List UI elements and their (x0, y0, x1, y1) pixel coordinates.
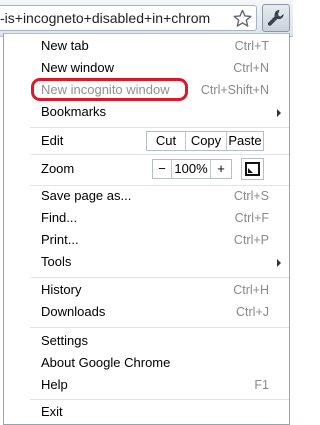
menu-item-label: Tools (41, 254, 72, 269)
edit-button-group: Cut Copy Paste (146, 131, 264, 151)
menu-item-shortcut: Ctrl+S (233, 189, 269, 203)
zoom-controls: − 100% + (152, 159, 232, 179)
menu-item-history[interactable]: History Ctrl+H (4, 279, 289, 301)
menu-item-label: New tab (41, 38, 89, 53)
menu-item-shortcut: Ctrl+J (236, 305, 269, 319)
menu-item-exit[interactable]: Exit (4, 401, 289, 423)
menu-item-label: Save page as... (41, 188, 132, 203)
menu-item-label: About Google Chrome (41, 355, 171, 370)
zoom-in-button[interactable]: + (211, 160, 231, 178)
menu-item-label: Exit (41, 404, 63, 419)
chevron-right-icon (277, 109, 281, 117)
menu-item-label: Edit (41, 133, 64, 148)
menu-item-shortcut: Ctrl+F (234, 211, 269, 225)
wrench-icon (267, 10, 284, 26)
menu-item-shortcut: Ctrl+T (234, 39, 269, 53)
menu-item-save-page[interactable]: Save page as... Ctrl+S (4, 185, 289, 207)
cut-button[interactable]: Cut (147, 132, 185, 150)
menu-item-label: New window (41, 60, 114, 75)
red-highlight-annotation (31, 78, 188, 101)
menu-separator (30, 327, 289, 328)
omnibox-text[interactable]: -is+incogneto+disabled+in+chrom (0, 10, 230, 26)
menu-item-settings[interactable]: Settings (4, 330, 289, 352)
menu-item-find[interactable]: Find... Ctrl+F (4, 207, 289, 229)
menu-item-downloads[interactable]: Downloads Ctrl+J (4, 301, 289, 323)
fullscreen-icon (245, 162, 260, 176)
menu-item-label: Settings (41, 333, 88, 348)
menu-separator (30, 154, 289, 155)
menu-item-label: Downloads (41, 304, 106, 319)
zoom-level: 100% (174, 161, 208, 176)
menu-item-shortcut: Ctrl+H (233, 283, 269, 297)
chrome-main-menu: New tab Ctrl+T New window Ctrl+N New inc… (3, 33, 290, 425)
menu-item-new-window[interactable]: New window Ctrl+N (4, 57, 289, 79)
menu-item-about[interactable]: About Google Chrome (4, 352, 289, 374)
wrench-menu-button[interactable] (262, 4, 290, 32)
menu-item-label: Find... (41, 210, 78, 225)
menu-item-label: Help (41, 377, 68, 392)
copy-button[interactable]: Copy (186, 132, 226, 150)
menu-item-shortcut: Ctrl+Shift+N (200, 83, 269, 97)
star-icon[interactable] (233, 9, 252, 28)
menu-item-shortcut: Ctrl+P (233, 233, 269, 247)
menu-item-print[interactable]: Print... Ctrl+P (4, 229, 289, 251)
menu-item-help[interactable]: Help F1 (4, 374, 289, 396)
chevron-right-icon (277, 259, 281, 267)
menu-item-label: Zoom (41, 161, 75, 176)
menu-item-label: Print... (41, 232, 79, 247)
menu-item-tools[interactable]: Tools (4, 251, 289, 273)
menu-separator (30, 277, 289, 278)
menu-item-shortcut: Ctrl+N (233, 61, 269, 75)
menu-item-label: Bookmarks (41, 104, 107, 119)
menu-item-shortcut: F1 (254, 378, 269, 392)
menu-item-label: History (41, 282, 82, 297)
menu-separator (30, 127, 289, 128)
omnibox[interactable]: -is+incogneto+disabled+in+chrom (0, 5, 257, 31)
paste-button[interactable]: Paste (227, 132, 263, 150)
menu-separator (30, 399, 289, 400)
fullscreen-button[interactable] (241, 158, 264, 180)
zoom-out-button[interactable]: − (153, 160, 171, 178)
browser-toolbar: -is+incogneto+disabled+in+chrom (0, 0, 293, 37)
menu-item-bookmarks[interactable]: Bookmarks (4, 101, 289, 123)
menu-item-new-tab[interactable]: New tab Ctrl+T (4, 35, 289, 57)
